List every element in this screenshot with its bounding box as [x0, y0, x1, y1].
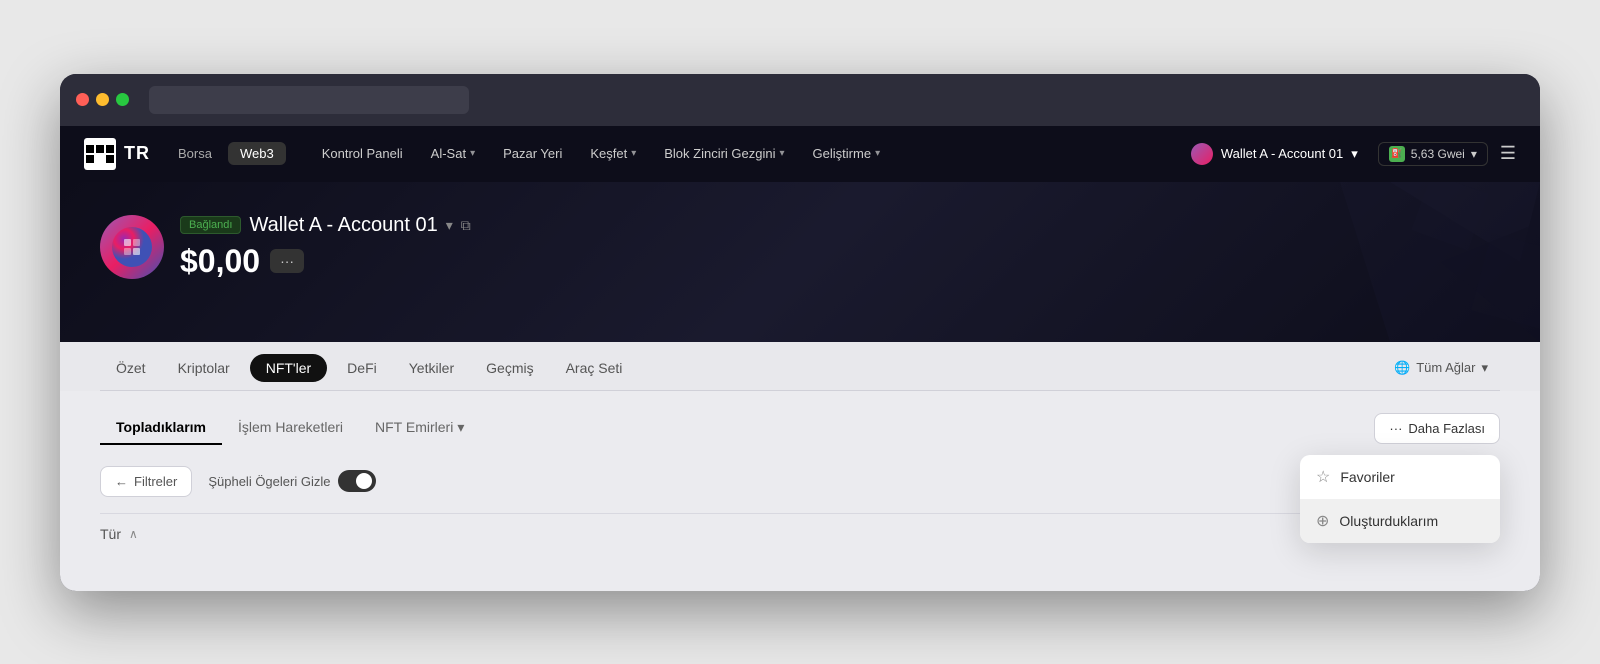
tab-defi[interactable]: DeFi: [331, 346, 393, 390]
wallet-chevron-icon: ▾: [1351, 146, 1358, 162]
balance-value: $0,00: [180, 243, 260, 280]
hero-section: Bağlandı Wallet A - Account 01 ▾ ⧉ $0,00…: [60, 182, 1540, 342]
url-bar[interactable]: [149, 86, 469, 114]
tab-kriptolar[interactable]: Kriptolar: [162, 346, 246, 390]
more-button[interactable]: ··· Daha Fazlası: [1374, 413, 1500, 444]
content-section: Topladıklarım İşlem Hareketleri NFT Emir…: [60, 391, 1540, 591]
browser-window: TR Borsa Web3 Kontrol Paneli Al-Sat ▾ Pa…: [60, 74, 1540, 591]
suspicious-toggle[interactable]: [338, 470, 376, 492]
globe-icon: 🌐: [1394, 360, 1410, 376]
nav-link-explore[interactable]: Keşfet ▾: [578, 140, 648, 167]
networks-chevron-icon: ▾: [1481, 360, 1488, 376]
tabs-right: 🌐 Tüm Ağlar ▾: [1382, 354, 1500, 382]
sub-tab-collected[interactable]: Topladıklarım: [100, 411, 222, 445]
more-icon: ···: [1389, 421, 1402, 436]
orders-chevron-icon: ▾: [457, 419, 464, 436]
all-networks-button[interactable]: 🌐 Tüm Ağlar ▾: [1382, 354, 1500, 382]
sub-tab-transactions[interactable]: İşlem Hareketleri: [222, 411, 359, 445]
chevron-down-icon: ▾: [631, 148, 636, 159]
nav-right: Wallet A - Account 01 ▾ ⛽ 5,63 Gwei ▾ ☰: [1183, 139, 1516, 169]
gwei-selector[interactable]: ⛽ 5,63 Gwei ▾: [1378, 142, 1488, 166]
tab-ozet[interactable]: Özet: [100, 346, 162, 390]
tabs-section: Özet Kriptolar NFT'ler DeFi Yetkiler Geç…: [60, 342, 1540, 391]
suspicious-toggle-row: Şüpheli Ögeleri Gizle: [208, 470, 376, 492]
nav-link-develop[interactable]: Geliştirme ▾: [801, 140, 893, 167]
tab-gecmis[interactable]: Geçmiş: [470, 346, 549, 390]
minimize-button[interactable]: [96, 93, 109, 106]
account-info: Bağlandı Wallet A - Account 01 ▾ ⧉ $0,00…: [180, 214, 471, 280]
gwei-value: 5,63 Gwei: [1411, 147, 1465, 161]
account-name-row: Bağlandı Wallet A - Account 01 ▾ ⧉: [180, 214, 471, 237]
created-label: Oluşturduklarım: [1339, 513, 1438, 529]
tab-nftler[interactable]: NFT'ler: [250, 354, 327, 382]
browser-chrome: [60, 74, 1540, 126]
dropdown-item-favorites[interactable]: ☆ Favoriler: [1300, 455, 1500, 499]
maximize-button[interactable]: [116, 93, 129, 106]
filter-arrow-icon: ←: [115, 474, 128, 489]
nav-link-dashboard[interactable]: Kontrol Paneli: [310, 140, 415, 167]
suspicious-label: Şüpheli Ögeleri Gizle: [208, 474, 330, 489]
traffic-lights: [76, 93, 129, 106]
more-dropdown: ☆ Favoriler ⊕ Oluşturduklarım: [1300, 455, 1500, 543]
account-chevron-icon[interactable]: ▾: [446, 217, 453, 234]
logo-text: TR: [124, 143, 150, 164]
connected-badge: Bağlandı: [180, 216, 241, 234]
toggle-knob: [356, 473, 372, 489]
gwei-chevron-icon: ▾: [1471, 147, 1477, 161]
chevron-down-icon: ▾: [470, 148, 475, 159]
nav-pill-borsa[interactable]: Borsa: [166, 142, 224, 165]
type-row: Tür ∧: [100, 513, 1500, 554]
wallet-selector[interactable]: Wallet A - Account 01 ▾: [1183, 139, 1366, 169]
close-button[interactable]: [76, 93, 89, 106]
hamburger-menu-icon[interactable]: ☰: [1500, 143, 1516, 164]
tab-yetkiler[interactable]: Yetkiler: [393, 346, 470, 390]
top-nav: TR Borsa Web3 Kontrol Paneli Al-Sat ▾ Pa…: [60, 126, 1540, 182]
logo: TR: [84, 138, 150, 170]
nav-pills: Borsa Web3: [166, 142, 286, 165]
nav-links: Kontrol Paneli Al-Sat ▾ Pazar Yeri Keşfe…: [310, 140, 1183, 167]
nav-link-marketplace[interactable]: Pazar Yeri: [491, 140, 574, 167]
sub-tab-nft-orders[interactable]: NFT Emirleri ▾: [359, 411, 480, 446]
balance-row: $0,00 ···: [180, 243, 471, 280]
tab-arac-seti[interactable]: Araç Seti: [550, 346, 639, 390]
filter-button[interactable]: ← Filtreler: [100, 466, 192, 497]
wallet-name: Wallet A - Account 01: [1221, 146, 1343, 161]
nav-pill-web3[interactable]: Web3: [228, 142, 286, 165]
logo-icon: [84, 138, 116, 170]
nav-link-buy-sell[interactable]: Al-Sat ▾: [419, 140, 487, 167]
filter-row: ← Filtreler Şüpheli Ögeleri Gizle 🔍: [100, 466, 1500, 497]
balance-more-button[interactable]: ···: [270, 249, 304, 273]
sub-tabs-row: Topladıklarım İşlem Hareketleri NFT Emir…: [100, 411, 1500, 446]
type-chevron-icon[interactable]: ∧: [129, 527, 138, 541]
account-row: Bağlandı Wallet A - Account 01 ▾ ⧉ $0,00…: [100, 214, 1500, 280]
nav-link-blockchain-explorer[interactable]: Blok Zinciri Gezgini ▾: [652, 140, 796, 167]
hero-content: Bağlandı Wallet A - Account 01 ▾ ⧉ $0,00…: [100, 214, 1500, 280]
favorites-label: Favoriler: [1340, 469, 1394, 485]
avatar: [100, 215, 164, 279]
gwei-icon: ⛽: [1389, 146, 1405, 162]
plus-circle-icon: ⊕: [1316, 511, 1329, 531]
all-networks-label: Tüm Ağlar: [1416, 360, 1475, 375]
chevron-down-icon: ▾: [875, 148, 880, 159]
dropdown-item-created[interactable]: ⊕ Oluşturduklarım: [1300, 499, 1500, 543]
chevron-down-icon: ▾: [780, 148, 785, 159]
type-label: Tür: [100, 526, 121, 542]
tabs-row: Özet Kriptolar NFT'ler DeFi Yetkiler Geç…: [100, 342, 1500, 391]
wallet-avatar-icon: [1191, 143, 1213, 165]
star-icon: ☆: [1316, 467, 1330, 487]
account-name: Wallet A - Account 01: [249, 214, 437, 237]
copy-icon[interactable]: ⧉: [461, 217, 471, 234]
